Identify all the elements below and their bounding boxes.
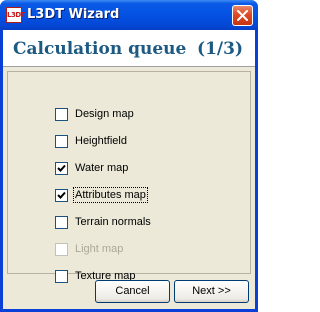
wizard-client-area: Calculation queue (1/3) Design map Heigh…	[3, 30, 255, 309]
wizard-header: Calculation queue (1/3)	[3, 30, 255, 67]
option-label: Terrain normals	[75, 216, 151, 228]
checkmark-icon	[57, 191, 66, 199]
option-label: Heightfield	[75, 135, 127, 147]
cancel-button[interactable]: Cancel	[95, 280, 170, 303]
option-light-map: Light map	[55, 241, 124, 257]
checkbox[interactable]	[55, 161, 68, 175]
option-label: Light map	[75, 243, 124, 255]
window-title: L3DT Wizard	[27, 7, 120, 22]
option-label: Design map	[75, 108, 134, 120]
option-label: Water map	[75, 162, 129, 174]
close-button[interactable]	[232, 5, 253, 26]
option-heightfield[interactable]: Heightfield	[55, 133, 128, 149]
page-title: Calculation queue	[13, 39, 187, 59]
options-panel: Design map Heightfield Water map Attribu…	[7, 71, 251, 283]
checkbox[interactable]	[55, 107, 68, 121]
option-attributes-map[interactable]: Attributes map	[55, 187, 148, 203]
checkbox[interactable]	[55, 269, 68, 283]
title-bar[interactable]: L3DT L3DT Wizard	[0, 0, 258, 30]
option-design-map[interactable]: Design map	[55, 106, 135, 122]
checkbox[interactable]	[55, 215, 68, 229]
checkbox[interactable]	[55, 134, 68, 148]
option-label: Attributes map	[73, 187, 148, 203]
next-button[interactable]: Next >>	[174, 280, 249, 303]
option-terrain-normals[interactable]: Terrain normals	[55, 214, 152, 230]
wizard-window: L3DT L3DT Wizard Calculation queue (1/3)…	[0, 0, 258, 312]
checkmark-icon	[57, 164, 66, 172]
close-icon	[237, 10, 248, 21]
checkbox[interactable]	[55, 188, 68, 202]
checkbox	[55, 242, 68, 256]
app-icon: L3DT	[6, 7, 25, 23]
step-indicator: (1/3)	[197, 39, 243, 59]
option-water-map[interactable]: Water map	[55, 160, 129, 176]
